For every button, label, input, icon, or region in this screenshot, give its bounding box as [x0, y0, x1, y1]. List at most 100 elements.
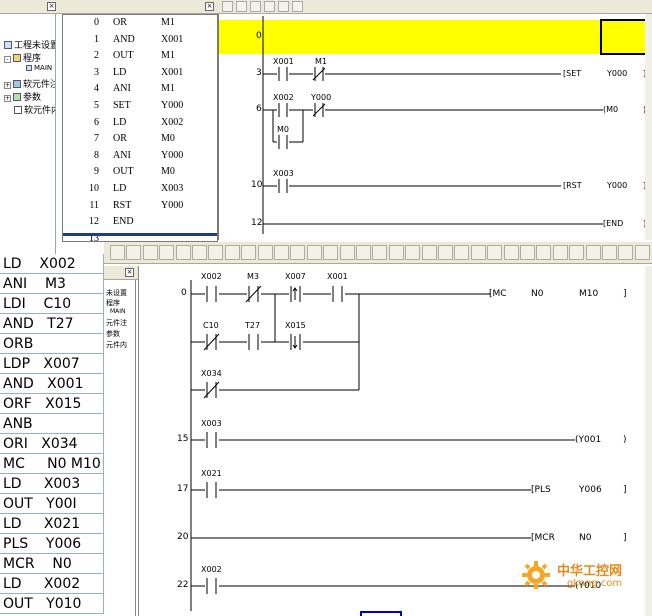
toolbar-button-icon[interactable] [388, 245, 404, 260]
no-contact-X002[interactable] [205, 286, 219, 302]
toolbar-button-icon[interactable] [503, 245, 519, 260]
instruction-row[interactable]: 3 LD X001 [63, 67, 217, 84]
coil-box[interactable]: (M0 [603, 105, 618, 114]
toolbar-button-icon[interactable] [159, 245, 175, 260]
cursor-box[interactable] [360, 611, 402, 616]
code-row[interactable]: ANB [0, 414, 104, 434]
tree-item-project[interactable]: 工程未设置 [4, 38, 55, 51]
close-icon[interactable]: × [125, 268, 134, 277]
scrollbar-vertical[interactable] [645, 266, 652, 616]
code-row[interactable]: PLS Y006 [0, 534, 104, 554]
toolbar-button-icon[interactable] [454, 245, 470, 260]
code-row[interactable]: AND X001 [0, 374, 104, 394]
toolbar-button-icon[interactable] [323, 245, 339, 260]
instruction-row[interactable]: 2 OUT M1 [63, 50, 217, 67]
no-contact-T27[interactable] [247, 334, 261, 350]
code-row[interactable]: OUT Y00I [0, 494, 104, 514]
cursor-box[interactable] [600, 19, 648, 55]
instruction-row[interactable]: 0 OR M1 [63, 17, 217, 34]
expand-icon[interactable]: + [4, 82, 11, 89]
toolbar-button-icon[interactable] [421, 245, 437, 260]
toolbar-button-icon[interactable] [438, 245, 453, 260]
tree-item[interactable]: 元件注 [106, 318, 127, 328]
toolbar-button-icon[interactable] [175, 245, 191, 260]
instruction-row[interactable]: 11 RST Y000 [63, 200, 217, 217]
code-row[interactable]: ANI M3 [0, 274, 104, 294]
toolbar-button-icon[interactable] [126, 245, 142, 260]
instruction-row[interactable]: 12 END [63, 216, 217, 233]
toolbar-button-icon[interactable] [339, 245, 355, 260]
expand-icon[interactable]: + [4, 95, 11, 102]
code-row[interactable]: ORB [0, 334, 104, 354]
instruction-box[interactable]: [PLS [531, 485, 551, 495]
toolbar-button-icon[interactable] [110, 245, 125, 260]
close-icon[interactable]: × [205, 2, 214, 11]
nc-contact-Y000[interactable] [312, 103, 326, 117]
toolbar-button-icon[interactable] [250, 1, 261, 12]
instruction-box[interactable]: [SET [563, 69, 581, 78]
toolbar-button-icon[interactable] [356, 245, 371, 260]
no-contact-X003[interactable] [277, 179, 289, 193]
toolbar-button-icon[interactable] [192, 245, 207, 260]
toolbar-button-icon[interactable] [236, 1, 247, 12]
toolbar-button-icon[interactable] [585, 245, 601, 260]
no-contact-X003[interactable] [205, 432, 219, 448]
instruction-row[interactable]: 4 ANI M1 [63, 83, 217, 100]
toolbar-button-icon[interactable] [224, 245, 240, 260]
toolbar-button-icon[interactable] [470, 245, 486, 260]
code-row[interactable]: LD X002 [0, 574, 104, 594]
toolbar-button-icon[interactable] [208, 245, 224, 260]
toolbar-button-icon[interactable] [278, 1, 289, 12]
toolbar-button-icon[interactable] [405, 245, 421, 260]
tree-item[interactable]: 元件内 [106, 340, 127, 350]
no-contact-X001[interactable] [331, 286, 345, 302]
toolbar-button-icon[interactable] [618, 245, 634, 260]
instruction-box[interactable]: [RST [563, 181, 582, 190]
toolbar-button-icon[interactable] [552, 245, 568, 260]
coil-box[interactable]: (Y001 [575, 435, 601, 445]
toolbar-button-icon[interactable] [274, 245, 289, 260]
toolbar-button-icon[interactable] [241, 245, 257, 260]
toolbar-button-icon[interactable] [257, 245, 273, 260]
no-contact-X002[interactable] [205, 578, 219, 594]
tree-item-device-memory[interactable]: 软元件内 [14, 103, 55, 116]
pulse-contact-X007[interactable] [289, 286, 303, 302]
tree-item[interactable]: 参数 [106, 329, 120, 339]
nc-contact-M3[interactable] [245, 285, 262, 303]
instruction-row[interactable]: 1 AND X001 [63, 34, 217, 51]
code-row[interactable]: LDI C10 [0, 294, 104, 314]
instruction-box[interactable]: [END [603, 219, 623, 228]
toolbar-button-icon[interactable] [306, 245, 322, 260]
tree-item[interactable]: MAIN [110, 308, 126, 315]
toolbar-button-icon[interactable] [264, 1, 275, 12]
no-contact-M0[interactable] [277, 135, 289, 149]
code-row[interactable]: AND T27 [0, 314, 104, 334]
tree-item[interactable]: 程序 [106, 298, 120, 308]
code-row[interactable]: MCR N0 [0, 554, 104, 574]
tree-item-program[interactable]: - 程序 [4, 51, 41, 64]
code-row[interactable]: LD X021 [0, 514, 104, 534]
toolbar-button-icon[interactable] [487, 245, 503, 260]
toolbar-button-icon[interactable] [634, 245, 650, 260]
toolbar-button-icon[interactable] [142, 245, 158, 260]
nc-contact-X034[interactable] [203, 381, 220, 399]
toolbar-button-icon[interactable] [292, 1, 303, 12]
no-contact-X001[interactable] [277, 67, 289, 81]
no-contact-X002[interactable] [277, 103, 289, 117]
tree-item-main[interactable]: MAIN [26, 64, 52, 72]
collapse-icon[interactable]: - [4, 56, 11, 63]
tree-item-device-comment[interactable]: + 软元件注 [4, 77, 55, 90]
close-icon[interactable]: × [47, 2, 56, 11]
falling-contact-X015[interactable] [289, 334, 303, 350]
no-contact-X021[interactable] [205, 482, 219, 498]
toolbar-button-icon[interactable] [372, 245, 388, 260]
instruction-row[interactable]: 6 LD X002 [63, 117, 217, 134]
code-row[interactable]: ORI X034 [0, 434, 104, 454]
tree-item-parameter[interactable]: + 参数 [4, 90, 41, 103]
toolbar-button-icon[interactable] [569, 245, 585, 260]
toolbar-button-icon[interactable] [520, 245, 535, 260]
instruction-row[interactable]: 8 ANI Y000 [63, 150, 217, 167]
nc-contact-C10[interactable] [203, 333, 220, 351]
nc-contact-M1[interactable] [312, 67, 326, 81]
toolbar-button-icon[interactable] [222, 1, 233, 12]
